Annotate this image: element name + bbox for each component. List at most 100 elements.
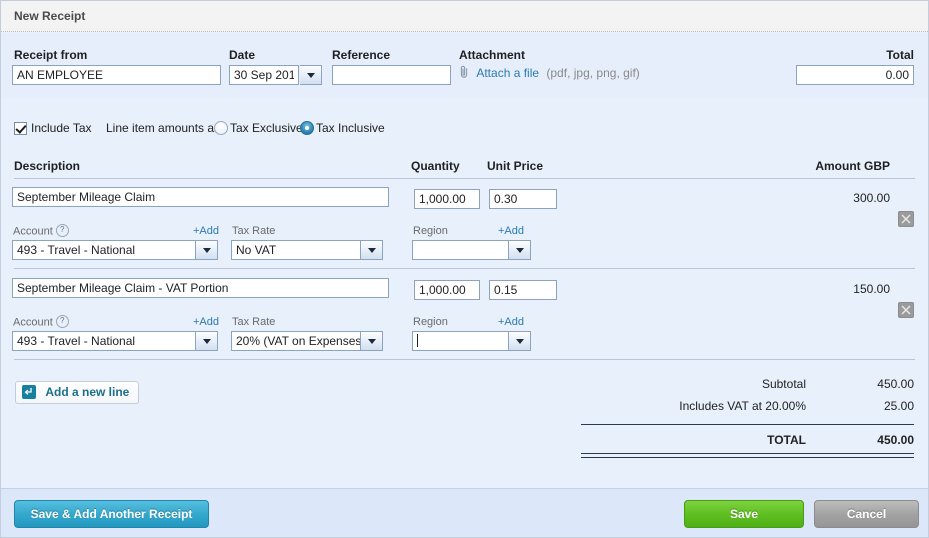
region-select-value [412,240,509,260]
column-header-description: Description [14,159,81,173]
chevron-down-icon[interactable] [361,240,383,260]
vat-value: 25.00 [883,399,914,413]
total-input[interactable] [796,65,914,85]
subtotal-row: Subtotal 450.00 [574,375,914,397]
date-input[interactable] [229,65,299,85]
paperclip-icon [459,65,470,79]
tax-rate-label: Tax Rate [232,225,276,237]
line-unit-price-input[interactable] [489,189,557,209]
row-divider [14,268,915,269]
account-select[interactable]: 493 - Travel - National [12,240,218,260]
vat-label: Includes VAT at 20.00% [679,399,806,413]
page-title: New Receipt [14,9,86,23]
add-region-link[interactable]: +Add [498,316,524,328]
attachment-label: Attachment [459,48,526,62]
account-select-value: 493 - Travel - National [12,240,196,260]
attach-a-file-link[interactable]: Attach a file [476,66,539,80]
date-picker-dropdown-icon[interactable] [300,65,322,85]
include-tax-checkbox[interactable] [14,122,27,135]
account-select-value: 493 - Travel - National [12,331,196,351]
chevron-down-icon[interactable] [196,240,218,260]
tax-rate-select[interactable]: 20% (VAT on Expenses) [231,331,383,351]
tax-rate-select-value: 20% (VAT on Expenses) [231,331,361,351]
subtotal-label: Subtotal [761,377,806,391]
line-unit-price-input[interactable] [489,280,557,300]
close-icon [901,214,911,224]
text-cursor [417,334,418,347]
add-account-link[interactable]: +Add [193,225,219,237]
account-select[interactable]: 493 - Travel - National [12,331,218,351]
grand-total-label: TOTAL [767,433,806,447]
grand-total-value: 450.00 [877,433,914,447]
region-select-value [412,331,509,351]
save-and-add-another-receipt-button[interactable]: Save & Add Another Receipt [14,500,209,528]
account-label-text: Account [13,225,53,238]
header-divider [14,178,915,179]
help-icon[interactable]: ? [55,315,69,328]
add-region-link[interactable]: +Add [498,225,524,237]
line-quantity-input[interactable] [414,280,480,300]
line-description-input[interactable] [12,278,389,298]
table-row: 150.00 Account? +Add 493 - Travel - Nati… [1,272,928,358]
reference-label: Reference [332,48,391,62]
tax-rate-select-value: No VAT [231,240,361,260]
totals-panel: Subtotal 450.00 Includes VAT at 20.00% 2… [574,375,914,458]
receipt-header-form: Receipt from Date Reference Attachment A… [1,33,928,98]
reference-input[interactable] [332,65,451,85]
account-label: Account? [13,224,69,238]
region-label: Region [413,225,448,237]
column-header-amount: Amount GBP [815,159,890,173]
delete-line-button[interactable] [898,302,914,318]
line-item-amounts-label: Line item amounts are: [106,121,229,135]
tax-exclusive-label: Tax Exclusive [230,121,303,135]
add-line-icon [22,384,36,399]
add-account-link[interactable]: +Add [193,316,219,328]
subtotal-value: 450.00 [877,377,914,391]
table-row: 300.00 Account? +Add 493 - Travel - Nati… [1,181,928,267]
attachment-formats-hint: (pdf, jpg, png, gif) [546,65,640,80]
line-amount-value: 300.00 [853,191,890,205]
chevron-down-icon[interactable] [509,331,531,351]
tax-rate-select[interactable]: No VAT [231,240,383,260]
line-description-input[interactable] [12,187,389,207]
region-select[interactable] [412,240,531,260]
row-divider [14,359,915,360]
include-tax-label: Include Tax [31,121,92,135]
tax-inclusive-radio[interactable] [300,121,314,135]
add-new-line-label: Add a new line [45,385,130,400]
line-quantity-input[interactable] [414,189,480,209]
vat-row: Includes VAT at 20.00% 25.00 [574,397,914,419]
column-header-quantity: Quantity [411,159,460,173]
chevron-down-icon[interactable] [196,331,218,351]
tax-exclusive-radio[interactable] [214,121,228,135]
add-new-line-button[interactable]: Add a new line [15,381,140,404]
account-label: Account? [13,315,69,329]
help-icon[interactable]: ? [55,224,69,237]
attachment-field: Attach a file (pdf, jpg, png, gif) [459,65,640,85]
column-header-unit-price: Unit Price [487,159,544,173]
new-receipt-window: New Receipt Receipt from Date Reference … [0,0,929,538]
total-label: Total [886,48,914,62]
receipt-from-label: Receipt from [14,48,88,62]
totals-divider-bottom [581,453,914,458]
line-amount-value: 150.00 [853,282,890,296]
receipt-from-input[interactable] [12,65,221,85]
tax-rate-label: Tax Rate [232,316,276,328]
footer-bar: Save & Add Another Receipt Save Cancel [1,488,928,537]
delete-line-button[interactable] [898,211,914,227]
totals-divider-top [581,424,914,425]
cancel-button[interactable]: Cancel [814,500,919,528]
date-field [229,65,322,85]
account-label-text: Account [13,316,53,329]
chevron-down-icon[interactable] [361,331,383,351]
region-label: Region [413,316,448,328]
chevron-down-icon[interactable] [509,240,531,260]
grand-total-row: TOTAL 450.00 [574,431,914,453]
region-select[interactable] [412,331,531,351]
close-icon [901,305,911,315]
date-label: Date [229,48,256,62]
window-titlebar: New Receipt [1,1,928,32]
tax-options-row: Include Tax Line item amounts are: Tax E… [1,119,928,143]
tax-inclusive-label: Tax Inclusive [316,121,385,135]
save-button[interactable]: Save [684,500,804,528]
